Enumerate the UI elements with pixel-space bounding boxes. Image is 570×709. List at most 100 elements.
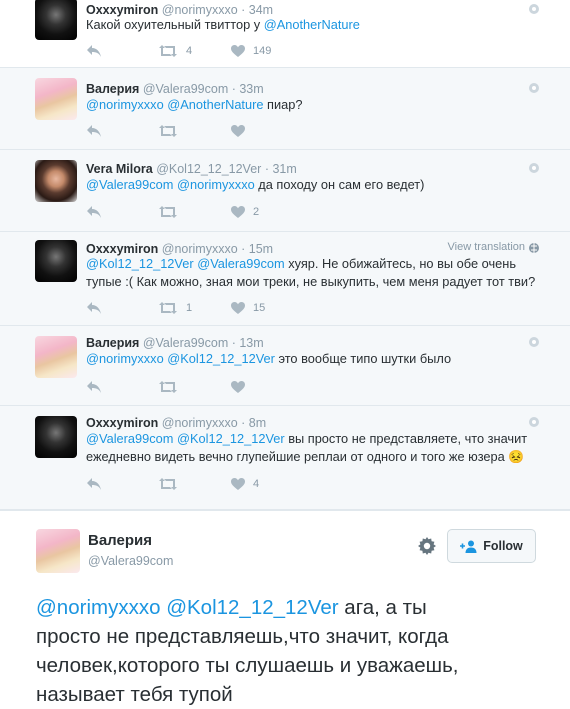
like-count: 149 [253, 45, 272, 57]
mention-link[interactable]: @norimyxxxo [177, 177, 255, 192]
retweet-icon [159, 478, 177, 490]
mention-link[interactable]: @Kol12_12_12Ver [167, 351, 275, 366]
author-handle[interactable]: @Valera99com [143, 82, 228, 96]
timestamp[interactable]: · 34m [241, 3, 273, 17]
globe-icon [529, 83, 539, 93]
author-name[interactable]: Валерия [86, 336, 139, 350]
tweet-text: @Valera99com @Kol12_12_12Ver вы просто н… [86, 431, 528, 464]
author-handle[interactable]: @norimyxxxo [162, 242, 238, 256]
avatar[interactable] [36, 529, 80, 573]
like-button[interactable] [231, 123, 245, 139]
tweet-6[interactable]: Oxxxymiron @norimyxxxo · 8m @Valera99com… [0, 406, 570, 510]
avatar[interactable] [35, 0, 77, 40]
avatar[interactable] [35, 240, 77, 282]
reply-icon [87, 302, 101, 314]
avatar[interactable] [35, 78, 77, 120]
heart-icon [231, 124, 245, 137]
retweet-button[interactable] [158, 476, 178, 492]
tweet-text: @norimyxxxo @Kol12_12_12Ver это вообще т… [86, 351, 452, 366]
timestamp[interactable]: · 33m [232, 82, 264, 96]
gear-icon[interactable] [418, 537, 436, 555]
retweet-button[interactable]: 4 [158, 43, 192, 59]
reply-button[interactable] [86, 204, 102, 220]
tweet-1[interactable]: Oxxxymiron @norimyxxxo · 34m Какой охуит… [0, 0, 570, 68]
reply-icon [87, 45, 101, 57]
retweet-button[interactable]: 1 [158, 300, 192, 316]
heart-icon [231, 205, 245, 218]
like-button[interactable]: 15 [231, 300, 265, 316]
mention-link[interactable]: @AnotherNature [167, 97, 263, 112]
tweet-text: @norimyxxxo @Kol12_12_12Ver ага, а ты пр… [36, 596, 459, 706]
retweet-icon [159, 302, 177, 314]
retweet-icon [159, 125, 177, 137]
mention-link[interactable]: @AnotherNature [264, 17, 360, 32]
reply-button[interactable] [86, 476, 102, 492]
mention-link[interactable]: @Kol12_12_12Ver [177, 431, 285, 446]
timestamp[interactable]: · 13m [232, 336, 264, 350]
like-button[interactable]: 149 [231, 43, 271, 59]
author-handle[interactable]: @norimyxxxo [162, 416, 238, 430]
like-button[interactable]: 2 [231, 204, 259, 220]
mention-link[interactable]: @norimyxxxo [86, 351, 164, 366]
like-count: 2 [253, 206, 260, 218]
mention-link[interactable]: @Valera99com [86, 431, 173, 446]
tweet-actions: 1 15 [86, 300, 386, 316]
heart-icon [231, 477, 245, 490]
retweet-button[interactable] [158, 204, 178, 220]
tweet-3[interactable]: Vera Milora @Kol12_12_12Ver · 31m @Valer… [0, 150, 570, 232]
globe-icon [529, 4, 539, 14]
retweet-button[interactable] [158, 379, 178, 395]
reply-icon [87, 206, 101, 218]
tweet-actions [86, 123, 386, 139]
view-translation-link[interactable]: View translation [448, 241, 525, 253]
mention-link[interactable]: @Kol12_12_12Ver [166, 596, 338, 619]
reply-button[interactable] [86, 43, 102, 59]
retweet-count: 1 [186, 302, 193, 314]
avatar[interactable] [35, 160, 77, 202]
globe-icon [529, 417, 539, 427]
reply-icon [87, 125, 101, 137]
tweet-actions: 2 [86, 204, 386, 220]
reply-button[interactable] [86, 379, 102, 395]
author-name[interactable]: Oxxxymiron [86, 242, 158, 256]
expanded-tweet: Валерия @Valera99com Follow @norimyxxxo … [0, 510, 570, 706]
heart-icon [231, 44, 245, 57]
follow-button[interactable]: Follow [447, 529, 536, 563]
reply-icon [87, 478, 101, 490]
retweet-button[interactable] [158, 123, 178, 139]
tweet-4[interactable]: Oxxxymiron @norimyxxxo · 15m View transl… [0, 232, 570, 326]
tweet-actions: 4 149 [86, 43, 386, 59]
like-button[interactable]: 4 [231, 476, 259, 492]
retweet-icon [159, 45, 177, 57]
retweet-icon [159, 381, 177, 393]
avatar[interactable] [35, 416, 77, 458]
mention-link[interactable]: @Valera99com [86, 177, 173, 192]
author-handle[interactable]: @Kol12_12_12Ver [156, 162, 261, 176]
timestamp[interactable]: · 31m [265, 162, 297, 176]
author-name[interactable]: Oxxxymiron [86, 416, 158, 430]
tweet-5[interactable]: Валерия @Valera99com · 13m @norimyxxxo @… [0, 326, 570, 406]
tweet-actions: 4 [86, 476, 386, 492]
author-name[interactable]: Валерия [88, 532, 152, 549]
like-button[interactable] [231, 379, 245, 395]
mention-link[interactable]: @Valera99com [197, 256, 284, 271]
mention-link[interactable]: @Kol12_12_12Ver [86, 256, 194, 271]
heart-icon [231, 301, 245, 314]
mention-link[interactable]: @norimyxxxo [36, 596, 160, 619]
author-handle[interactable]: @Valera99com [88, 554, 173, 568]
like-count: 4 [253, 478, 260, 490]
tweet-2[interactable]: Валерия @Valera99com · 33m @norimyxxxo @… [0, 68, 570, 150]
avatar[interactable] [35, 336, 77, 378]
author-name[interactable]: Валерия [86, 82, 139, 96]
author-handle[interactable]: @norimyxxxo [162, 3, 238, 17]
author-name[interactable]: Oxxxymiron [86, 3, 158, 17]
reply-button[interactable] [86, 300, 102, 316]
timestamp[interactable]: · 15m [241, 242, 273, 256]
tweet-actions [86, 379, 386, 395]
reply-button[interactable] [86, 123, 102, 139]
author-name[interactable]: Vera Milora [86, 162, 153, 176]
mention-link[interactable]: @norimyxxxo [86, 97, 164, 112]
timestamp[interactable]: · 8m [241, 416, 266, 430]
author-handle[interactable]: @Valera99com [143, 336, 228, 350]
globe-icon [529, 337, 539, 347]
